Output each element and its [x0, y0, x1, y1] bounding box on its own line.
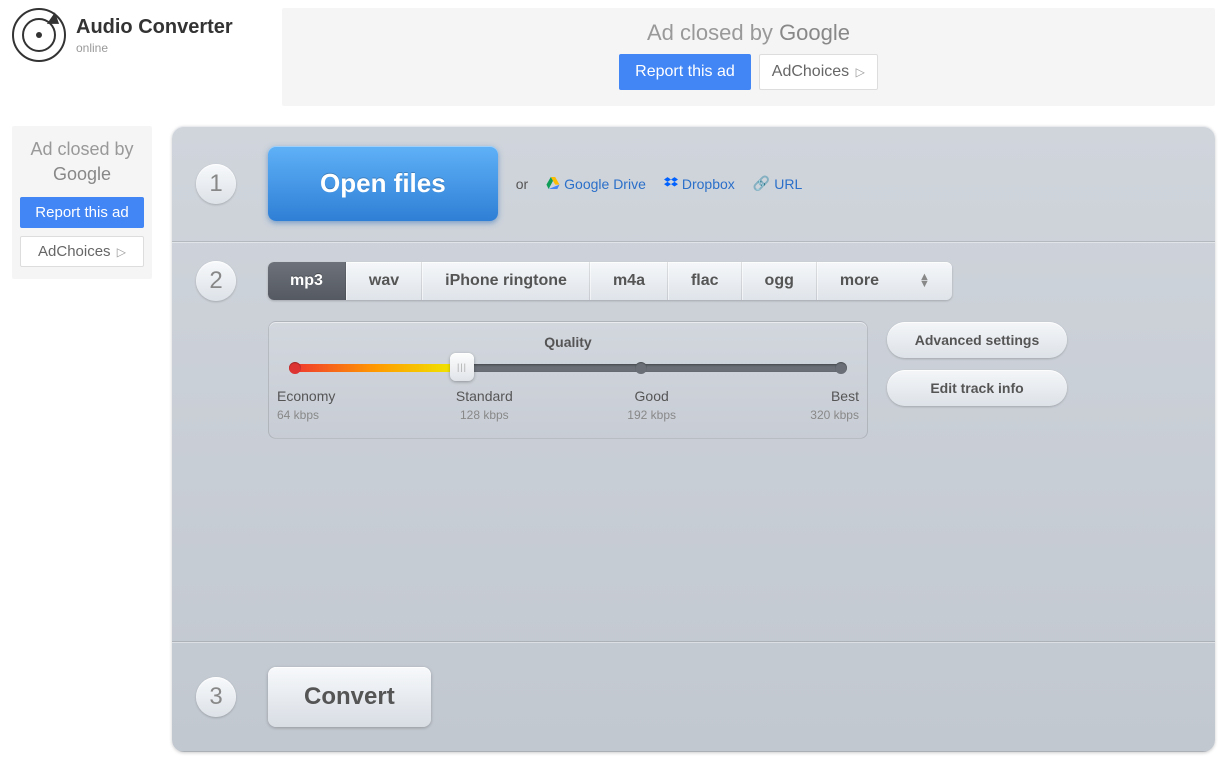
format-tab-m4a[interactable]: m4a — [590, 262, 668, 300]
ad-closed-text: Ad closed by Google — [20, 138, 144, 187]
adchoices-icon: ▷ — [117, 245, 126, 259]
left-ad-banner: Ad closed by Google Report this ad AdCho… — [12, 126, 152, 279]
quality-label-economy: Economy 64 kbps — [277, 388, 357, 422]
step-number: 3 — [196, 677, 236, 717]
step-1: 1 Open files or Google Drive Dropbox — [172, 126, 1215, 242]
app-subtitle: online — [76, 41, 233, 55]
quality-title: Quality — [289, 334, 847, 350]
link-icon: 🔗 — [753, 175, 770, 192]
sort-arrows-icon: ▲▼ — [919, 274, 930, 287]
url-link[interactable]: 🔗 URL — [753, 175, 802, 192]
google-drive-link[interactable]: Google Drive — [546, 176, 646, 192]
slider-handle[interactable] — [450, 353, 474, 381]
quality-label-good: Good 192 kbps — [612, 388, 692, 422]
step-3: 3 Convert — [172, 642, 1215, 752]
step-2: 2 mp3 wav iPhone ringtone m4a flac ogg m… — [172, 242, 1215, 642]
ad-closed-text: Ad closed by Google — [647, 20, 850, 45]
step-number: 1 — [196, 164, 236, 204]
quality-label-standard: Standard 128 kbps — [444, 388, 524, 422]
format-tab-flac[interactable]: flac — [668, 262, 742, 300]
converter-panel: 1 Open files or Google Drive Dropbox — [172, 126, 1215, 752]
quality-label-best: Best 320 kbps — [779, 388, 859, 422]
logo-icon — [12, 8, 66, 62]
adchoices-button[interactable]: AdChoices ▷ — [759, 54, 878, 90]
step-number: 2 — [196, 261, 236, 301]
edit-track-info-button[interactable]: Edit track info — [887, 370, 1067, 406]
format-tab-iphone[interactable]: iPhone ringtone — [422, 262, 590, 300]
format-tab-ogg[interactable]: ogg — [742, 262, 817, 300]
format-tab-more[interactable]: more ▲▼ — [817, 262, 952, 300]
format-tabs: mp3 wav iPhone ringtone m4a flac ogg mor… — [268, 262, 952, 300]
advanced-settings-button[interactable]: Advanced settings — [887, 322, 1067, 358]
google-logo-text: Google — [779, 20, 850, 45]
app-title: Audio Converter — [76, 16, 233, 39]
google-logo-text: Google — [20, 163, 144, 186]
report-ad-button[interactable]: Report this ad — [20, 197, 144, 228]
open-files-button[interactable]: Open files — [268, 146, 498, 221]
convert-button[interactable]: Convert — [268, 667, 431, 727]
format-tab-mp3[interactable]: mp3 — [268, 262, 346, 300]
format-tab-wav[interactable]: wav — [346, 262, 422, 300]
dropbox-link[interactable]: Dropbox — [664, 176, 735, 192]
adchoices-icon: ▷ — [856, 65, 865, 79]
quality-panel: Quality Economy 64 kbps Standard — [268, 321, 868, 439]
report-ad-button[interactable]: Report this ad — [619, 54, 751, 90]
adchoices-button[interactable]: AdChoices ▷ — [20, 236, 144, 267]
dropbox-icon — [664, 176, 678, 192]
app-logo-block: Audio Converter online — [12, 8, 282, 62]
quality-slider[interactable] — [289, 364, 847, 372]
top-ad-banner: Ad closed by Google Report this ad AdCho… — [282, 8, 1215, 106]
google-drive-icon — [546, 176, 560, 192]
or-label: or — [516, 176, 528, 192]
